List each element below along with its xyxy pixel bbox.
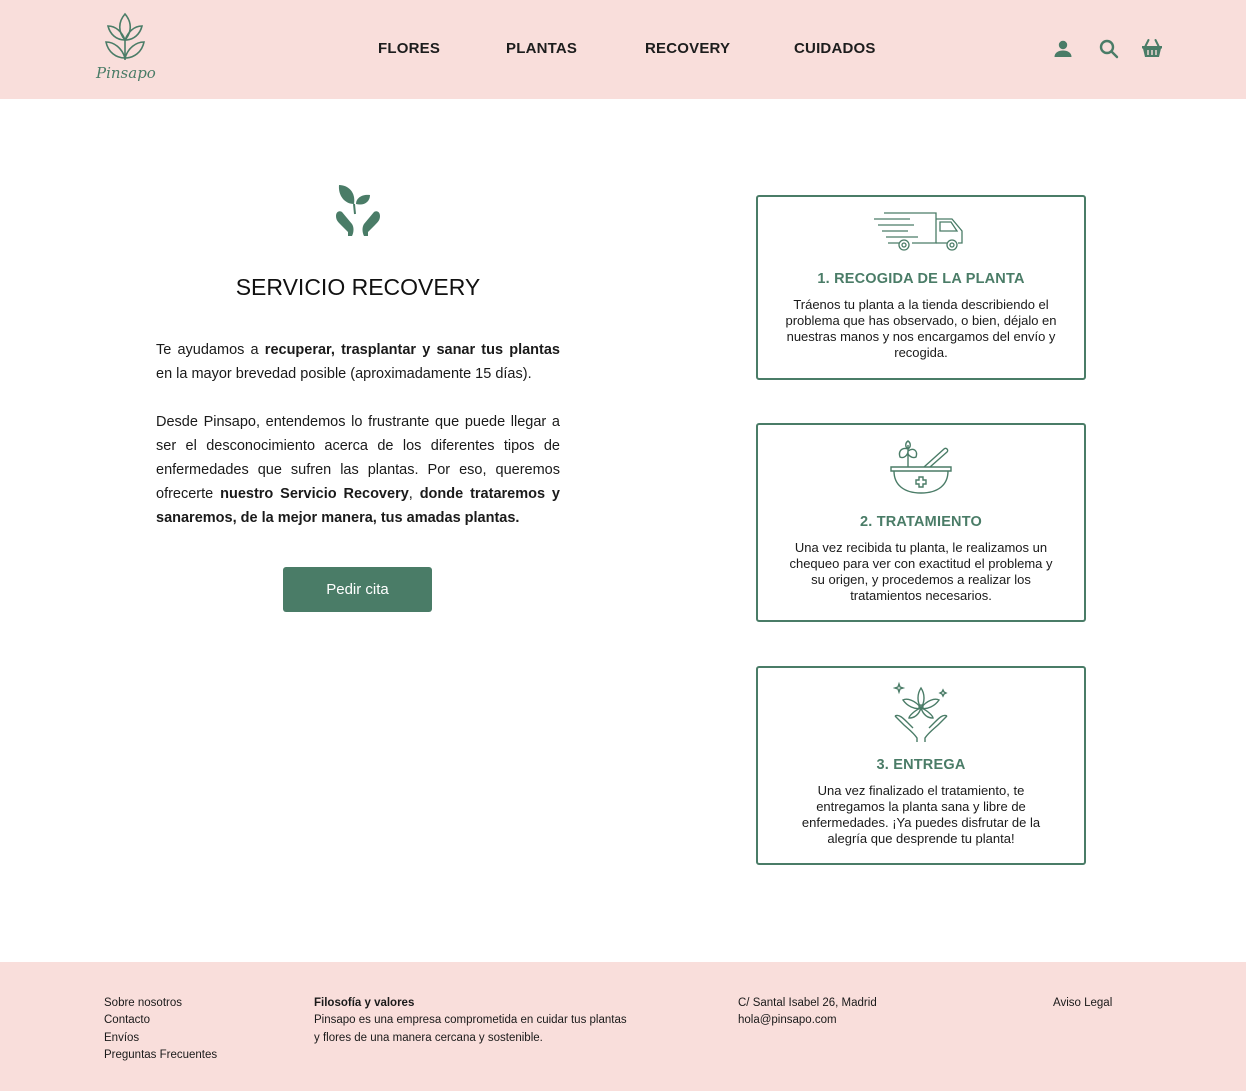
plant-in-hands-icon	[336, 185, 380, 236]
footer-contact: C/ Santal Isabel 26, Madrid hola@pinsapo…	[738, 995, 877, 1030]
step-title-1: 1. RECOGIDA DE LA PLANTA	[817, 271, 1025, 287]
footer-philosophy: Filosofía y valores Pinsapo es una empre…	[314, 995, 627, 1047]
p2-text-bold-1: nuestro Servicio Recovery	[220, 486, 409, 502]
p1-text-a: Te ayudamos a	[156, 342, 265, 358]
logo-text: Pinsapo	[96, 64, 156, 82]
site-header: Pinsapo FLORES PLANTAS RECOVERY CUIDADOS	[0, 0, 1246, 99]
basket-icon[interactable]	[1140, 37, 1164, 61]
philosophy-text-line-2: y flores de una manera cercana y sosteni…	[314, 1031, 543, 1044]
site-footer: Sobre nosotros Contacto Envíos Preguntas…	[0, 962, 1246, 1091]
nav-recovery[interactable]: RECOVERY	[645, 40, 730, 57]
step-card-delivery: 3. ENTREGA Una vez finalizado el tratami…	[756, 666, 1086, 865]
nav-flores[interactable]: FLORES	[378, 40, 440, 57]
footer-link-contact[interactable]: Contacto	[104, 1012, 217, 1029]
footer-links: Sobre nosotros Contacto Envíos Preguntas…	[104, 995, 217, 1064]
footer-link-shipping[interactable]: Envíos	[104, 1030, 217, 1047]
leaf-logo-icon	[105, 12, 145, 60]
philosophy-title: Filosofía y valores	[314, 997, 415, 1009]
footer-email[interactable]: hola@pinsapo.com	[738, 1012, 877, 1029]
step-card-treatment: 2. TRATAMIENTO Una vez recibida tu plant…	[756, 423, 1086, 622]
p1-text-bold: recuperar, trasplantar y sanar tus plant…	[264, 342, 560, 358]
intro-paragraph-1: Te ayudamos a recuperar, trasplantar y s…	[156, 338, 560, 386]
footer-address: C/ Santal Isabel 26, Madrid	[738, 997, 877, 1009]
brand-logo[interactable]: Pinsapo	[96, 10, 156, 90]
p2-text-c: ,	[408, 486, 420, 502]
search-icon[interactable]	[1097, 37, 1121, 61]
delivery-truck-icon	[874, 212, 963, 251]
step-text-3: Una vez finalizado el tratamiento, te en…	[801, 783, 1041, 846]
card-icon-wrap	[758, 437, 1084, 497]
footer-link-about[interactable]: Sobre nosotros	[104, 995, 217, 1012]
footer-legal: Aviso Legal	[1053, 995, 1112, 1012]
flower-in-hands-icon	[893, 681, 948, 742]
footer-link-faq[interactable]: Preguntas Frecuentes	[104, 1047, 217, 1064]
step-card-pickup: 1. RECOGIDA DE LA PLANTA Tráenos tu plan…	[756, 195, 1086, 380]
step-title-3: 3. ENTREGA	[876, 757, 966, 773]
card-icon-wrap	[758, 209, 1084, 255]
page-title: SERVICIO RECOVERY	[235, 274, 481, 300]
mortar-plant-icon	[890, 440, 952, 494]
footer-legal-link[interactable]: Aviso Legal	[1053, 995, 1112, 1012]
p1-text-c: en la mayor brevedad posible (aproximada…	[156, 366, 532, 382]
intro-paragraph-2: Desde Pinsapo, entendemos lo frustrante …	[156, 410, 560, 530]
nav-plantas[interactable]: PLANTAS	[506, 40, 577, 57]
step-text-2: Una vez recibida tu planta, le realizamo…	[789, 540, 1053, 603]
philosophy-text-line-1: Pinsapo es una empresa comprometida en c…	[314, 1014, 627, 1027]
book-appointment-button[interactable]: Pedir cita	[283, 567, 432, 612]
nav-cuidados[interactable]: CUIDADOS	[794, 40, 876, 57]
user-icon[interactable]	[1051, 37, 1075, 61]
step-text-1: Tráenos tu planta a la tienda describien…	[785, 297, 1057, 360]
card-icon-wrap	[758, 680, 1084, 742]
step-title-2: 2. TRATAMIENTO	[859, 514, 983, 530]
